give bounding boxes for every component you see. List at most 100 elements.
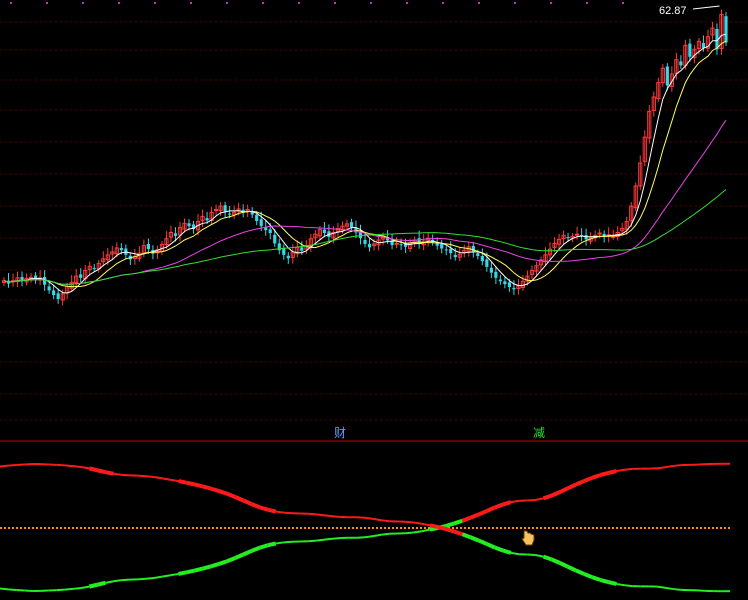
- indicator-falling-segment: [469, 535, 480, 543]
- zero-line-dot: [80, 527, 82, 529]
- candle-body: [440, 243, 444, 249]
- candle-body: [205, 218, 209, 221]
- indicator-falling-segment: [8, 463, 17, 467]
- indicator-falling-segment: [558, 561, 569, 569]
- zero-line-dot: [140, 527, 142, 529]
- zero-line-dot: [232, 527, 234, 529]
- candle-body: [349, 222, 354, 228]
- top-tick: [622, 2, 624, 4]
- zero-line-dot: [712, 527, 714, 529]
- zero-line-dot: [56, 527, 58, 529]
- zero-line-dot: [16, 527, 18, 529]
- indicator-rising-segment: [64, 587, 74, 591]
- zero-line-dot: [628, 527, 630, 529]
- indicator-rising-segment: [145, 576, 155, 580]
- indicator-falling-segment: [113, 472, 122, 476]
- zero-line-dot: [328, 527, 330, 529]
- zero-line-dot: [236, 527, 238, 529]
- top-tick: [514, 2, 516, 4]
- zero-line-dot: [264, 527, 266, 529]
- zero-line-dot: [268, 527, 270, 529]
- indicator-falling-segment: [575, 568, 585, 576]
- indicator-rising-segment: [558, 486, 569, 494]
- zero-line-dot: [636, 527, 638, 529]
- zero-line-dot: [320, 527, 322, 529]
- top-tick: [46, 2, 48, 4]
- zero-line-dot: [24, 527, 26, 529]
- top-tick: [550, 2, 552, 4]
- indicator-falling-segment: [178, 479, 187, 485]
- candle-body: [512, 287, 516, 290]
- indicator-falling-segment: [64, 464, 74, 468]
- zero-line-dot: [60, 527, 62, 529]
- indicator-falling-segment: [275, 510, 285, 514]
- zero-line-dot: [12, 527, 14, 529]
- zero-line-dot: [52, 527, 54, 529]
- candle-body: [665, 66, 669, 86]
- indicator-falling-segment: [477, 538, 488, 546]
- indicator-falling-segment: [96, 468, 106, 475]
- zero-line-dot: [588, 527, 590, 529]
- top-tick: [118, 2, 120, 4]
- zero-line-dot: [96, 527, 98, 529]
- zero-line-dot: [648, 527, 650, 529]
- grid-lines: [0, 2, 748, 442]
- zero-line-dot: [384, 527, 386, 529]
- marker-cai: 财: [334, 426, 346, 440]
- indicator-falling-segment: [258, 505, 269, 512]
- zero-line-dot: [252, 527, 254, 529]
- zero-line-dot: [28, 527, 30, 529]
- indicator-rising-segment: [242, 549, 253, 557]
- zero-line-dot: [604, 527, 606, 529]
- indicator-falling-segment: [421, 522, 431, 527]
- indicator-rising-segment: [162, 574, 171, 578]
- indicator-falling-segment: [372, 517, 382, 522]
- zero-line-dot: [364, 527, 366, 529]
- candle-body: [394, 242, 399, 245]
- indicator-falling-segment: [673, 588, 682, 591]
- zero-line-dot: [704, 527, 706, 529]
- candle-body: [255, 214, 259, 221]
- indicator-rising-segment: [535, 497, 544, 501]
- candlesticks: [1, 9, 728, 306]
- zero-line-dot: [396, 527, 398, 529]
- zero-line-dot: [300, 527, 302, 529]
- zero-line-dot: [356, 527, 358, 529]
- candle-body: [52, 290, 56, 296]
- zero-line-dot: [500, 527, 502, 529]
- indicator-rising-segment: [250, 545, 261, 553]
- indicator-falling-segment: [583, 572, 593, 580]
- zero-line-dot: [172, 527, 174, 529]
- indicator-rising-segment: [445, 521, 455, 528]
- indicator-falling-segment: [494, 545, 504, 553]
- zero-line-dot: [652, 527, 654, 529]
- candle-body: [173, 233, 178, 236]
- top-tick: [154, 2, 156, 4]
- zero-line-dot: [288, 527, 290, 529]
- zero-line-dot: [204, 527, 206, 529]
- top-tick: [298, 2, 300, 4]
- zero-line-dot: [148, 527, 150, 529]
- zero-line-dot: [412, 527, 414, 529]
- indicator-falling-segment: [510, 551, 520, 556]
- indicator-rising-segment: [550, 490, 561, 498]
- zero-line-dot: [180, 527, 182, 529]
- indicator-panel: [0, 462, 730, 593]
- candle-body: [282, 248, 286, 255]
- candle-body: [611, 235, 616, 238]
- indicator-falling-segment: [316, 513, 325, 517]
- indicator-falling-segment: [153, 476, 163, 480]
- candle-body: [47, 286, 51, 291]
- zero-line-dot: [540, 527, 542, 529]
- top-tick: [10, 2, 12, 4]
- indicator-rising-segment: [308, 539, 317, 543]
- indicator-falling-segment: [283, 511, 293, 515]
- zero-line-dot: [88, 527, 90, 529]
- zero-line-dot: [0, 527, 2, 529]
- zero-line-dot: [668, 527, 670, 529]
- zero-line-dot: [612, 527, 614, 529]
- zero-line-dot: [376, 527, 378, 529]
- indicator-falling-segment: [308, 512, 317, 516]
- indicator-rising-segment: [56, 588, 65, 592]
- indicator-rising-segment: [527, 498, 536, 502]
